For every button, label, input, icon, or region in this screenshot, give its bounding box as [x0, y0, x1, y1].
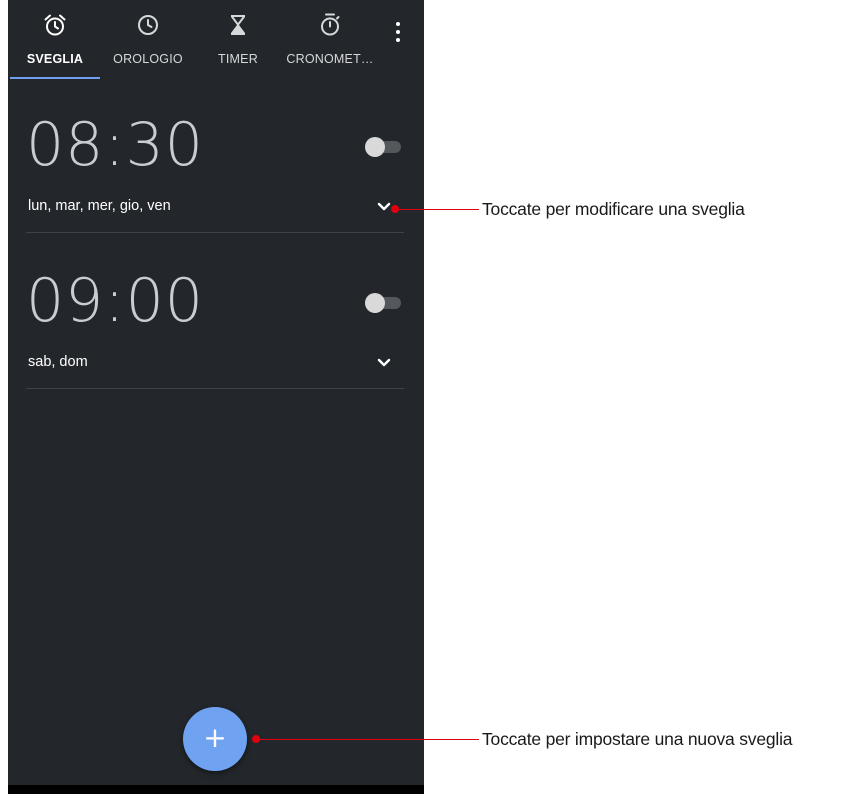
tab-sveglia[interactable]: SVEGLIA [10, 0, 100, 80]
alarm-days: lun, mar, mer, gio, ven [28, 198, 171, 214]
callout-line [396, 208, 479, 210]
add-alarm-button[interactable]: + [183, 707, 247, 771]
tab-timer[interactable]: TIMER [202, 0, 274, 80]
hourglass-icon [225, 12, 251, 38]
active-tab-indicator [10, 77, 100, 79]
clock-icon [135, 12, 161, 38]
alarm-toggle[interactable] [365, 137, 401, 157]
tab-label: TIMER [218, 52, 258, 66]
alarm-days: sab, dom [28, 354, 88, 370]
toggle-thumb [365, 293, 385, 313]
callout-edit-alarm: Toccate per modificare una sveglia [482, 199, 745, 219]
screen-bottom-edge [8, 785, 424, 794]
chevron-down-icon[interactable] [374, 352, 394, 372]
callout-line [257, 738, 479, 740]
tab-bar: SVEGLIA OROLOGIO TIMER CRONOMET… [8, 0, 424, 80]
divider [26, 388, 404, 389]
overflow-menu-icon[interactable] [386, 20, 410, 46]
alarm-item[interactable]: 09:00 sab, dom [26, 266, 406, 390]
tab-cronometro[interactable]: CRONOMET… [282, 0, 378, 80]
alarm-toggle[interactable] [365, 293, 401, 313]
callout-add-alarm: Toccate per impostare una nuova sveglia [482, 729, 793, 749]
toggle-thumb [365, 137, 385, 157]
plus-icon: + [203, 721, 227, 754]
alarm-time[interactable]: 08:30 [26, 110, 204, 180]
tab-label: SVEGLIA [26, 52, 84, 66]
alarm-clock-icon [42, 12, 68, 38]
divider [26, 232, 404, 233]
tab-label: CRONOMET… [286, 52, 374, 66]
alarm-time[interactable]: 09:00 [26, 266, 204, 336]
alarm-item[interactable]: 08:30 lun, mar, mer, gio, ven [26, 110, 406, 234]
tab-label: OROLOGIO [113, 52, 183, 66]
stopwatch-icon [317, 12, 343, 38]
clock-app-screen: SVEGLIA OROLOGIO TIMER CRONOMET… 08:30 l… [8, 0, 424, 785]
tab-orologio[interactable]: OROLOGIO [104, 0, 192, 80]
